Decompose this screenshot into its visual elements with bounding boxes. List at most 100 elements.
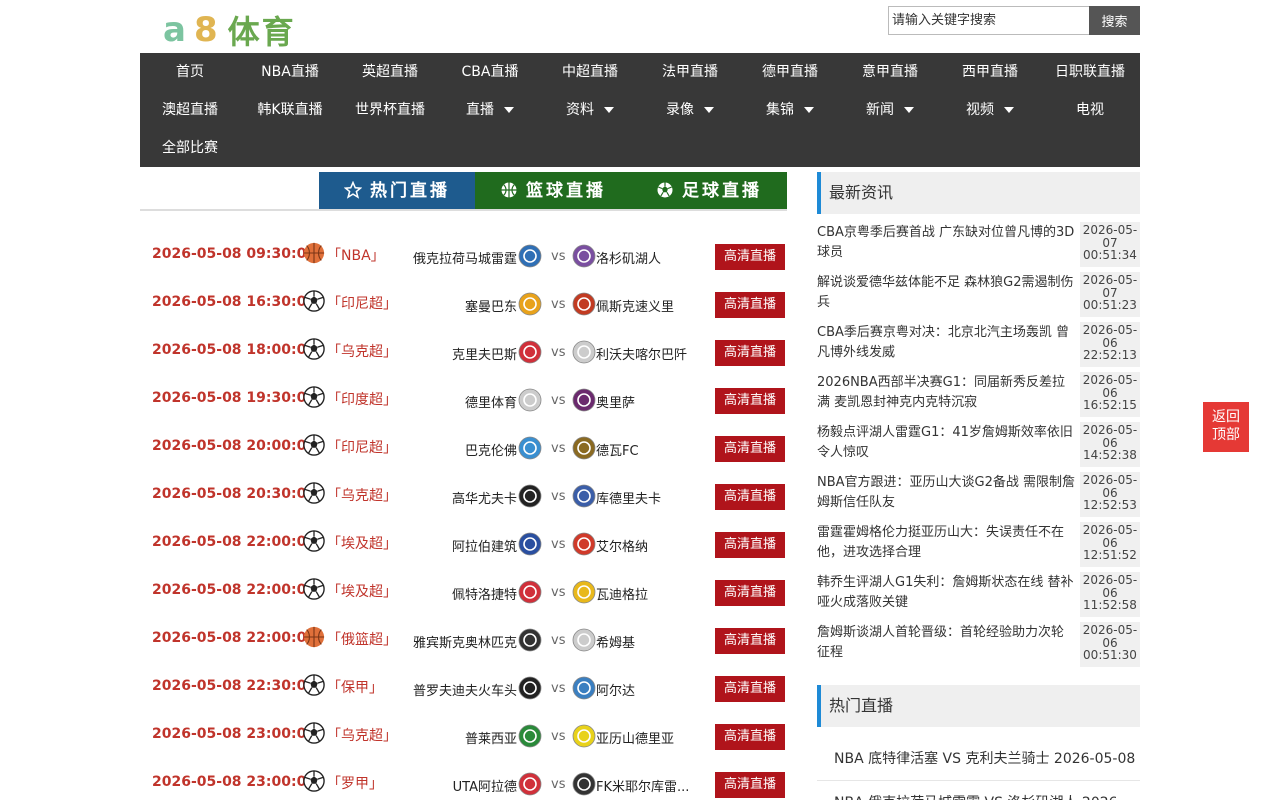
nav-item[interactable]: 电视: [1040, 91, 1140, 129]
nav-item-label: NBA直播: [261, 64, 319, 80]
nav-item[interactable]: 视频: [940, 91, 1040, 129]
match-row[interactable]: 2026-05-08 16:30:00 「印尼超」 塞曼巴东 vs 佩斯克速义里 高清直播: [140, 280, 787, 328]
match-row[interactable]: 2026-05-08 23:00:00 「罗甲」 UTA阿拉德 vs FK米耶尔库雷..…: [140, 760, 787, 800]
nav-item[interactable]: 录像: [640, 91, 740, 129]
basketball-icon: [303, 626, 325, 648]
site-logo[interactable]: a 8 体育: [163, 10, 296, 51]
news-item[interactable]: 杨毅点评湖人雷霆G1：41岁詹姆斯效率依旧令人惊叹 2026-05-06 14:52…: [817, 418, 1140, 468]
nav-item[interactable]: 意甲直播: [840, 53, 940, 91]
match-row[interactable]: 2026-05-08 09:30:00 「NBA」 俄克拉荷马城雷霆 vs 洛杉矶湖人 高…: [140, 232, 787, 280]
nav-item[interactable]: 英超直播: [340, 53, 440, 91]
tab-football-live[interactable]: 足球直播: [631, 172, 787, 210]
logo-digit-8: 8: [193, 10, 220, 50]
match-league-link[interactable]: 「印尼超」: [327, 293, 397, 313]
match-league-link[interactable]: 「乌克超」: [327, 725, 397, 745]
match-row[interactable]: 2026-05-08 20:30:00 「乌克超」 高华尤夫卡 vs 库德里夫卡 高清直播: [140, 472, 787, 520]
news-title[interactable]: CBA京粤季后赛首战 广东缺对位曾凡博的3D球员: [817, 223, 1075, 263]
news-item[interactable]: CBA季后赛京粤对决：北京北汽主场轰凯 曾凡博外线发威 2026-05-06 22:…: [817, 318, 1140, 368]
nav-item[interactable]: 法甲直播: [640, 53, 740, 91]
nav-item[interactable]: 直播: [440, 91, 540, 129]
news-item[interactable]: CBA京粤季后赛首战 广东缺对位曾凡博的3D球员 2026-05-07 00:51:…: [817, 218, 1140, 268]
vs-label: vs: [551, 681, 566, 696]
match-league-link[interactable]: 「埃及超」: [327, 581, 397, 601]
nav-item[interactable]: 西甲直播: [940, 53, 1040, 91]
news-item[interactable]: 詹姆斯谈湖人首轮晋级：首轮经验助力次轮征程 2026-05-06 00:51:30: [817, 618, 1140, 668]
hot-live-item[interactable]: NBA 底特律活塞 VS 克利夫兰骑士 2026-05-08: [817, 737, 1140, 781]
news-item[interactable]: 韩乔生评湖人G1失利：詹姆斯状态在线 替补哑火成落败关键 2026-05-06 11…: [817, 568, 1140, 618]
news-item[interactable]: 解说谈爱德华兹体能不足 森林狼G2需遏制伤兵 2026-05-07 00:51:23: [817, 268, 1140, 318]
nav-item[interactable]: 中超直播: [540, 53, 640, 91]
match-league-link[interactable]: 「埃及超」: [327, 533, 397, 553]
nav-item[interactable]: 德甲直播: [740, 53, 840, 91]
search-input[interactable]: [888, 6, 1089, 35]
news-item[interactable]: 2026NBA西部半决赛G1：同届新秀反差拉满 麦凯恩封神克内克特沉寂 2026-…: [817, 368, 1140, 418]
match-row[interactable]: 2026-05-08 19:30:00 「印度超」 德里体育 vs 奥里萨 高清直播: [140, 376, 787, 424]
news-title[interactable]: 雷霆霍姆格伦力挺亚历山大：失误责任不在他，进攻选择合理: [817, 523, 1075, 563]
hd-live-button[interactable]: 高清直播: [715, 532, 785, 558]
nav-item[interactable]: 澳超直播: [140, 91, 240, 129]
hd-live-button[interactable]: 高清直播: [715, 436, 785, 462]
nav-item[interactable]: 韩K联直播: [240, 91, 340, 129]
match-time: 2026-05-08 16:30:00: [152, 294, 317, 310]
match-league-link[interactable]: 「俄篮超」: [327, 629, 397, 649]
match-league-link[interactable]: 「罗甲」: [327, 773, 383, 793]
back-to-top-button[interactable]: 返回 顶部: [1203, 402, 1249, 452]
nav-item[interactable]: 首页: [140, 53, 240, 91]
news-date: 2026-05-06 00:51:30: [1080, 622, 1140, 667]
hd-live-button[interactable]: 高清直播: [715, 772, 785, 798]
hd-live-button[interactable]: 高清直播: [715, 388, 785, 414]
match-time: 2026-05-08 09:30:00: [152, 246, 317, 262]
news-title[interactable]: 杨毅点评湖人雷霆G1：41岁詹姆斯效率依旧令人惊叹: [817, 423, 1075, 463]
hd-live-button[interactable]: 高清直播: [715, 724, 785, 750]
news-title[interactable]: 詹姆斯谈湖人首轮晋级：首轮经验助力次轮征程: [817, 623, 1075, 663]
news-title[interactable]: CBA季后赛京粤对决：北京北汽主场轰凯 曾凡博外线发威: [817, 323, 1075, 363]
match-row[interactable]: 2026-05-08 22:00:00 「埃及超」 阿拉伯建筑 vs 艾尔格纳 高清直播: [140, 520, 787, 568]
match-league-link[interactable]: 「保甲」: [327, 677, 383, 697]
nav-item[interactable]: 新闻: [840, 91, 940, 129]
nav-item[interactable]: 世界杯直播: [340, 91, 440, 129]
match-row[interactable]: 2026-05-08 23:00:00 「乌克超」 普莱西亚 vs 亚历山德里亚 高清直播: [140, 712, 787, 760]
match-league-link[interactable]: 「印尼超」: [327, 437, 397, 457]
news-item[interactable]: NBA官方跟进：亚历山大谈G2备战 需限制詹姆斯信任队友 2026-05-06 12…: [817, 468, 1140, 518]
news-title[interactable]: NBA官方跟进：亚历山大谈G2备战 需限制詹姆斯信任队友: [817, 473, 1075, 513]
match-row[interactable]: 2026-05-08 22:30:00 「保甲」 普罗夫迪夫火车头 vs 阿尔达 高清直播: [140, 664, 787, 712]
hd-live-button[interactable]: 高清直播: [715, 580, 785, 606]
tab-hot-live[interactable]: 热门直播: [319, 172, 475, 210]
away-team-name: 亚历山德里亚: [596, 732, 675, 747]
football-icon: [303, 482, 325, 504]
match-league-link[interactable]: 「乌克超」: [327, 485, 397, 505]
tabs-divider: [140, 209, 787, 211]
hd-live-button[interactable]: 高清直播: [715, 340, 785, 366]
news-title[interactable]: 韩乔生评湖人G1失利：詹姆斯状态在线 替补哑火成落败关键: [817, 573, 1075, 613]
football-icon: [303, 434, 325, 456]
match-league-link[interactable]: 「NBA」: [327, 245, 385, 265]
search-button[interactable]: 搜索: [1089, 6, 1140, 35]
nav-item-label: 意甲直播: [862, 64, 918, 80]
nav-item[interactable]: 全部比赛: [140, 129, 240, 167]
nav-item[interactable]: NBA直播: [240, 53, 340, 91]
tab-basketball-live[interactable]: 篮球直播: [475, 172, 631, 210]
hd-live-button[interactable]: 高清直播: [715, 484, 785, 510]
hd-live-button[interactable]: 高清直播: [715, 244, 785, 270]
news-item[interactable]: 雷霆霍姆格伦力挺亚历山大：失误责任不在他，进攻选择合理 2026-05-06 12:…: [817, 518, 1140, 568]
news-title[interactable]: 2026NBA西部半决赛G1：同届新秀反差拉满 麦凯恩封神克内克特沉寂: [817, 373, 1075, 413]
match-row[interactable]: 2026-05-08 18:00:00 「乌克超」 克里夫巴斯 vs 利沃夫喀尔巴阡 高清…: [140, 328, 787, 376]
match-row[interactable]: 2026-05-08 22:00:00 「俄篮超」 雅宾斯克奥林匹克 vs 希姆基 高清直…: [140, 616, 787, 664]
nav-item[interactable]: CBA直播: [440, 53, 540, 91]
hot-live-item[interactable]: NBA 俄克拉荷马城雷霆 VS 洛杉矶湖人 2026-05-08: [817, 781, 1140, 800]
match-row[interactable]: 2026-05-08 20:00:00 「印尼超」 巴克伦佛 vs 德瓦FC 高清直播: [140, 424, 787, 472]
news-title[interactable]: 解说谈爱德华兹体能不足 森林狼G2需遏制伤兵: [817, 273, 1075, 313]
nav-item-label: 中超直播: [562, 64, 618, 80]
nav-item[interactable]: 日职联直播: [1040, 53, 1140, 91]
nav-item[interactable]: 资料: [540, 91, 640, 129]
hd-live-button[interactable]: 高清直播: [715, 676, 785, 702]
news-date: 2026-05-06 16:52:15: [1080, 372, 1140, 417]
home-team-logo-icon: [518, 340, 542, 364]
football-icon: [303, 338, 325, 360]
hd-live-button[interactable]: 高清直播: [715, 292, 785, 318]
hd-live-button[interactable]: 高清直播: [715, 628, 785, 654]
match-league-link[interactable]: 「乌克超」: [327, 341, 397, 361]
nav-item[interactable]: 集锦: [740, 91, 840, 129]
match-league-link[interactable]: 「印度超」: [327, 389, 397, 409]
match-row[interactable]: 2026-05-08 22:00:00 「埃及超」 佩特洛捷特 vs 瓦迪格拉 高清直播: [140, 568, 787, 616]
